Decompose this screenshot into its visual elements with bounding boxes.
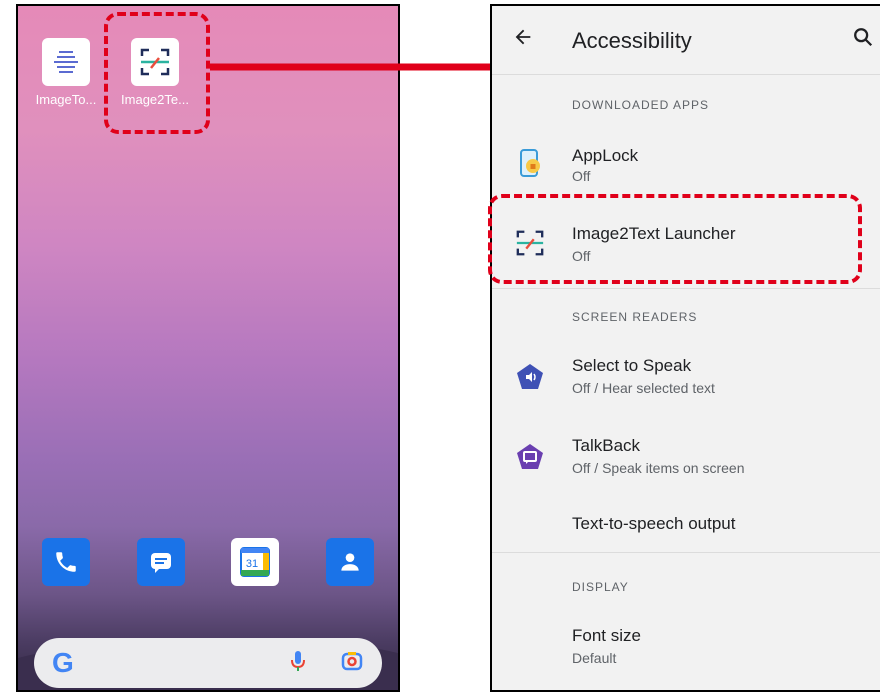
highlight-box-launcher-setting — [488, 194, 862, 284]
section-header-screen-readers: SCREEN READERS — [572, 310, 698, 324]
item-subtitle: Off / Speak items on screen — [572, 460, 745, 476]
back-arrow-icon[interactable] — [512, 26, 534, 55]
contacts-icon[interactable] — [325, 538, 374, 586]
setting-item-select-to-speak[interactable]: Select to Speak Off / Hear selected text — [492, 342, 880, 412]
setting-item-talkback[interactable]: TalkBack Off / Speak items on screen — [492, 422, 880, 492]
app-imagetotext[interactable]: ImageTo... — [28, 38, 104, 107]
phone-icon[interactable] — [42, 538, 90, 586]
section-header-downloaded-apps: DOWNLOADED APPS — [572, 98, 710, 112]
item-subtitle: Off — [572, 168, 591, 184]
page-title: Accessibility — [572, 28, 692, 53]
item-title: Text-to-speech output — [572, 514, 736, 533]
item-title: Font size — [572, 626, 641, 645]
section-header-display: DISPLAY — [572, 580, 629, 594]
talkback-icon — [514, 441, 546, 473]
search-icon[interactable] — [852, 26, 874, 53]
dock: 31 — [42, 538, 374, 586]
lens-icon[interactable] — [340, 649, 364, 678]
item-subtitle: Default — [572, 650, 617, 666]
setting-item-applock[interactable]: AppLock Off — [492, 128, 880, 198]
image-to-text-app-icon — [42, 38, 90, 86]
applock-icon — [514, 147, 546, 179]
setting-item-text-to-speech[interactable]: Text-to-speech output — [492, 496, 880, 552]
app-bar: Accessibility — [492, 6, 880, 75]
messages-icon[interactable] — [136, 538, 185, 586]
divider — [492, 552, 880, 553]
svg-text:31: 31 — [246, 558, 258, 570]
mic-icon[interactable] — [290, 649, 306, 678]
item-subtitle: Off / Hear selected text — [572, 380, 715, 396]
divider — [492, 288, 880, 289]
google-logo: G — [52, 647, 74, 678]
highlight-box-launcher-app — [104, 12, 210, 134]
setting-item-font-size[interactable]: Font size Default — [492, 610, 880, 680]
item-title: Select to Speak — [572, 356, 692, 375]
app-label: ImageTo... — [35, 92, 97, 107]
item-title: TalkBack — [572, 436, 641, 455]
item-title: AppLock — [572, 146, 639, 165]
select-to-speak-icon — [514, 361, 546, 393]
calendar-icon[interactable]: 31 — [231, 538, 280, 586]
accessibility-settings-screen: Accessibility DOWNLOADED APPS AppLock Of… — [490, 4, 880, 692]
google-search-bar[interactable]: G — [34, 638, 382, 688]
